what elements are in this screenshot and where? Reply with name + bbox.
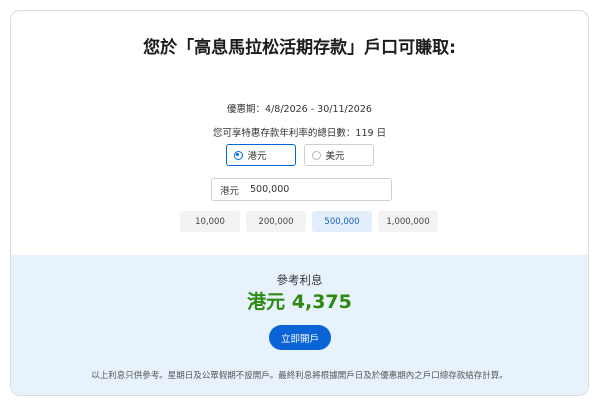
deposit-amount-field: 港元 — [211, 178, 392, 201]
amount-currency-prefix: 港元 — [220, 185, 240, 197]
radio-selected-icon — [233, 150, 243, 160]
preset-10000[interactable]: 10,000 — [180, 211, 240, 232]
currency-option-hkd[interactable]: 港元 — [225, 144, 296, 166]
reference-interest-value: 港元 4,375 — [247, 291, 352, 313]
open-account-button[interactable]: 立即開戶 — [269, 325, 331, 350]
deposit-amount-input[interactable] — [250, 184, 380, 195]
currency-selector: 港元 美元 — [11, 144, 588, 166]
calculator-title: 您於「高息馬拉松活期存款」戶口可賺取: — [143, 38, 456, 58]
result-panel: 參考利息 港元 4,375 立即開戶 以上利息只供參考。星期日及公眾假期不設開戶… — [11, 255, 588, 395]
amount-presets: 10,000 200,000 500,000 1,000,000 — [180, 211, 438, 232]
preset-500000[interactable]: 500,000 — [312, 211, 372, 232]
preset-1000000[interactable]: 1,000,000 — [378, 211, 438, 232]
currency-label-usd: 美元 — [325, 151, 345, 162]
disclaimer-text: 以上利息只供參考。星期日及公眾假期不設開戶。最終利息將根據開戶日及於優惠期內之戶… — [91, 371, 508, 381]
promo-period: 優惠期：4/8/2026 - 30/11/2026 — [227, 104, 372, 115]
currency-option-usd[interactable]: 美元 — [303, 144, 374, 166]
reference-interest-label: 參考利息 — [276, 273, 323, 287]
currency-label-hkd: 港元 — [247, 151, 267, 162]
radio-unselected-icon — [311, 150, 321, 160]
promo-days: 您可享特惠存款年利率的總日數：119 日 — [212, 128, 387, 139]
interest-calculator-card: 您於「高息馬拉松活期存款」戶口可賺取: 優惠期：4/8/2026 - 30/11… — [10, 10, 589, 396]
preset-200000[interactable]: 200,000 — [246, 211, 306, 232]
